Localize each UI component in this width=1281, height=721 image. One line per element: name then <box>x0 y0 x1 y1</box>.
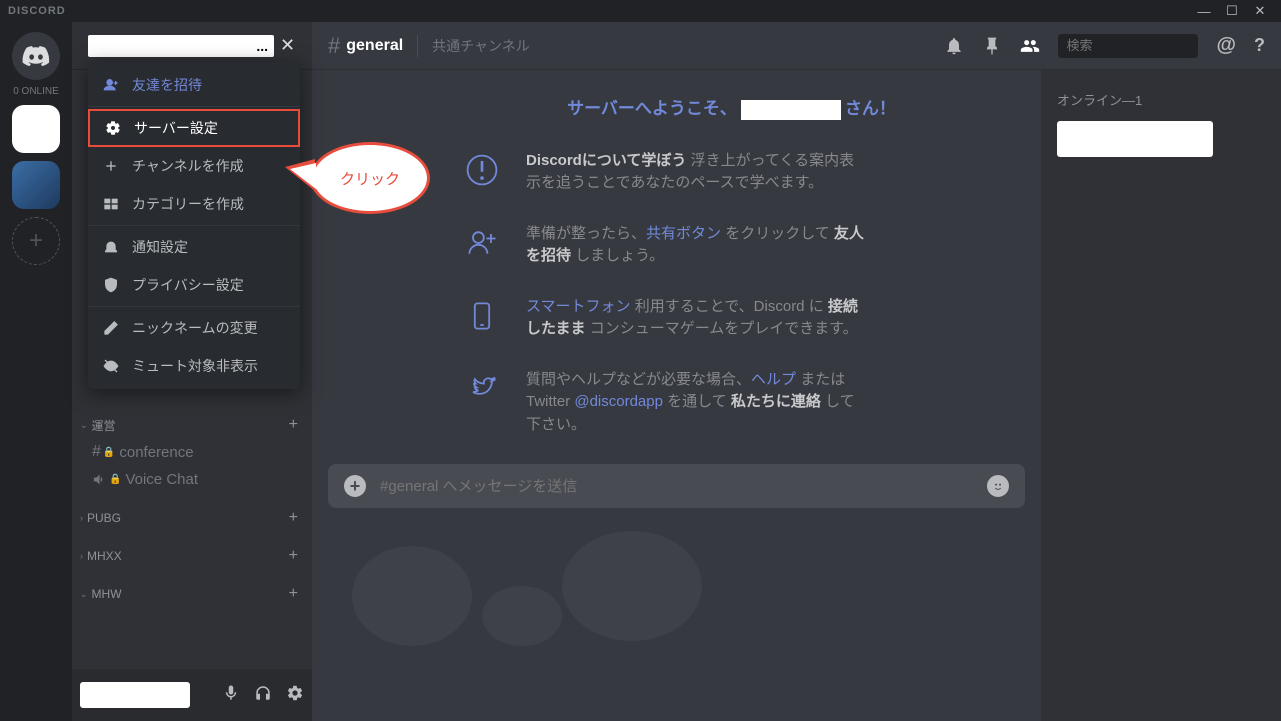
bell-icon[interactable] <box>944 36 964 56</box>
mic-icon[interactable] <box>222 684 240 707</box>
welcome-section: サーバーへようこそ、さん！ Discordについて学ぼう 浮き上がってくる案内表… <box>312 70 1041 464</box>
folder-icon <box>102 195 120 213</box>
server-dropdown-menu: 友達を招待 サーバー設定 チャンネルを作成 カテゴリーを作成 通知設定 プライバ… <box>88 62 300 389</box>
add-channel-button[interactable]: + <box>289 547 298 565</box>
exclamation-icon <box>462 150 502 190</box>
welcome-title: サーバーへようこそ、さん！ <box>462 94 1001 120</box>
server-name-redacted: ... <box>88 35 274 57</box>
twitter-icon <box>462 369 502 409</box>
chat-header: # general 共通チャンネル @ ? <box>312 22 1281 70</box>
shield-icon <box>102 276 120 294</box>
lock-icon: 🔒 <box>103 447 115 458</box>
search-box[interactable] <box>1058 34 1198 58</box>
channel-title: general <box>346 37 403 55</box>
close-button[interactable]: ✕ <box>1253 4 1267 18</box>
online-count: 0 ONLINE <box>13 86 59 97</box>
members-section-header: オンライン—1 <box>1049 90 1273 117</box>
members-panel: オンライン—1 <box>1041 70 1281 721</box>
speaker-icon <box>92 472 107 487</box>
channel-topic: 共通チャンネル <box>432 36 530 56</box>
welcome-tip-mobile: スマートフォン 利用することで、Discord に 接続したまま コンシューマゲ… <box>462 296 1001 341</box>
pencil-icon <box>102 319 120 337</box>
voice-channel[interactable]: 🔒 Voice Chat <box>72 466 312 493</box>
maximize-button[interactable]: ☐ <box>1225 4 1239 18</box>
category-header[interactable]: ⌄ MHW + <box>72 569 312 607</box>
close-icon[interactable]: ✕ <box>280 35 295 56</box>
divider <box>417 35 418 57</box>
menu-invite-friends[interactable]: 友達を招待 <box>88 66 300 104</box>
add-server-button[interactable]: + <box>12 217 60 265</box>
menu-hide-muted[interactable]: ミュート対象非表示 <box>88 347 300 385</box>
titlebar: DISCORD — ☐ ✕ <box>0 0 1281 22</box>
help-icon[interactable]: ? <box>1254 35 1265 56</box>
category-header[interactable]: › PUBG + <box>72 493 312 531</box>
menu-server-settings[interactable]: サーバー設定 <box>88 109 300 147</box>
server-icon-2[interactable] <box>12 161 60 209</box>
add-user-icon <box>462 223 502 263</box>
chevron-right-icon: › <box>80 551 83 561</box>
menu-create-category[interactable]: カテゴリーを作成 <box>88 185 300 223</box>
divider <box>88 225 300 226</box>
divider <box>88 306 300 307</box>
pin-icon[interactable] <box>982 36 1002 56</box>
minimize-button[interactable]: — <box>1197 4 1211 18</box>
menu-notification-settings[interactable]: 通知設定 <box>88 228 300 266</box>
text-channel[interactable]: # 🔒 conference <box>72 438 312 466</box>
callout-annotation: クリック <box>310 142 430 214</box>
app-name: DISCORD <box>8 5 66 17</box>
mentions-icon[interactable]: @ <box>1216 34 1236 57</box>
divider <box>88 106 300 107</box>
headphones-icon[interactable] <box>254 684 272 707</box>
menu-privacy-settings[interactable]: プライバシー設定 <box>88 266 300 304</box>
plus-icon <box>102 157 120 175</box>
add-channel-button[interactable]: + <box>289 585 298 603</box>
welcome-tip-learn: Discordについて学ぼう 浮き上がってくる案内表示を追うことであなたのペース… <box>462 150 1001 195</box>
user-info-redacted[interactable] <box>80 682 190 708</box>
eye-off-icon <box>102 357 120 375</box>
category-header[interactable]: › MHXX + <box>72 531 312 569</box>
add-channel-button[interactable]: + <box>289 416 298 434</box>
gear-icon <box>104 119 122 137</box>
bell-icon <box>102 238 120 256</box>
hash-icon: # <box>92 443 101 461</box>
members-icon[interactable] <box>1020 36 1040 56</box>
chat-area: # general 共通チャンネル @ ? サーバーへようこそ、さん <box>312 22 1281 721</box>
guilds-column: 0 ONLINE + <box>0 22 72 721</box>
user-panel <box>72 669 312 721</box>
callout-text: クリック <box>340 168 400 189</box>
chevron-right-icon: › <box>80 513 83 523</box>
add-channel-button[interactable]: + <box>289 509 298 527</box>
home-button[interactable] <box>12 32 60 80</box>
member-item-redacted[interactable] <box>1057 121 1213 157</box>
welcome-tip-invite: 準備が整ったら、共有ボタン をクリックして 友人を招待 しましょう。 <box>462 223 1001 268</box>
category-header[interactable]: ⌄ 運営 + <box>72 400 312 438</box>
lock-icon: 🔒 <box>109 474 121 485</box>
chevron-down-icon: ⌄ <box>80 589 88 600</box>
server-icon-1[interactable] <box>12 105 60 153</box>
hash-icon: # <box>328 33 340 59</box>
welcome-tip-help: 質問やヘルプなどが必要な場合、ヘルプ または Twitter @discorda… <box>462 369 1001 437</box>
emoji-button[interactable] <box>987 475 1009 497</box>
menu-create-channel[interactable]: チャンネルを作成 <box>88 147 300 185</box>
add-user-icon <box>102 76 120 94</box>
username-redacted <box>741 100 841 120</box>
chevron-down-icon: ⌄ <box>80 420 88 431</box>
menu-change-nickname[interactable]: ニックネームの変更 <box>88 309 300 347</box>
phone-icon <box>462 296 502 336</box>
gear-icon[interactable] <box>286 684 304 707</box>
background-decoration <box>332 476 712 661</box>
